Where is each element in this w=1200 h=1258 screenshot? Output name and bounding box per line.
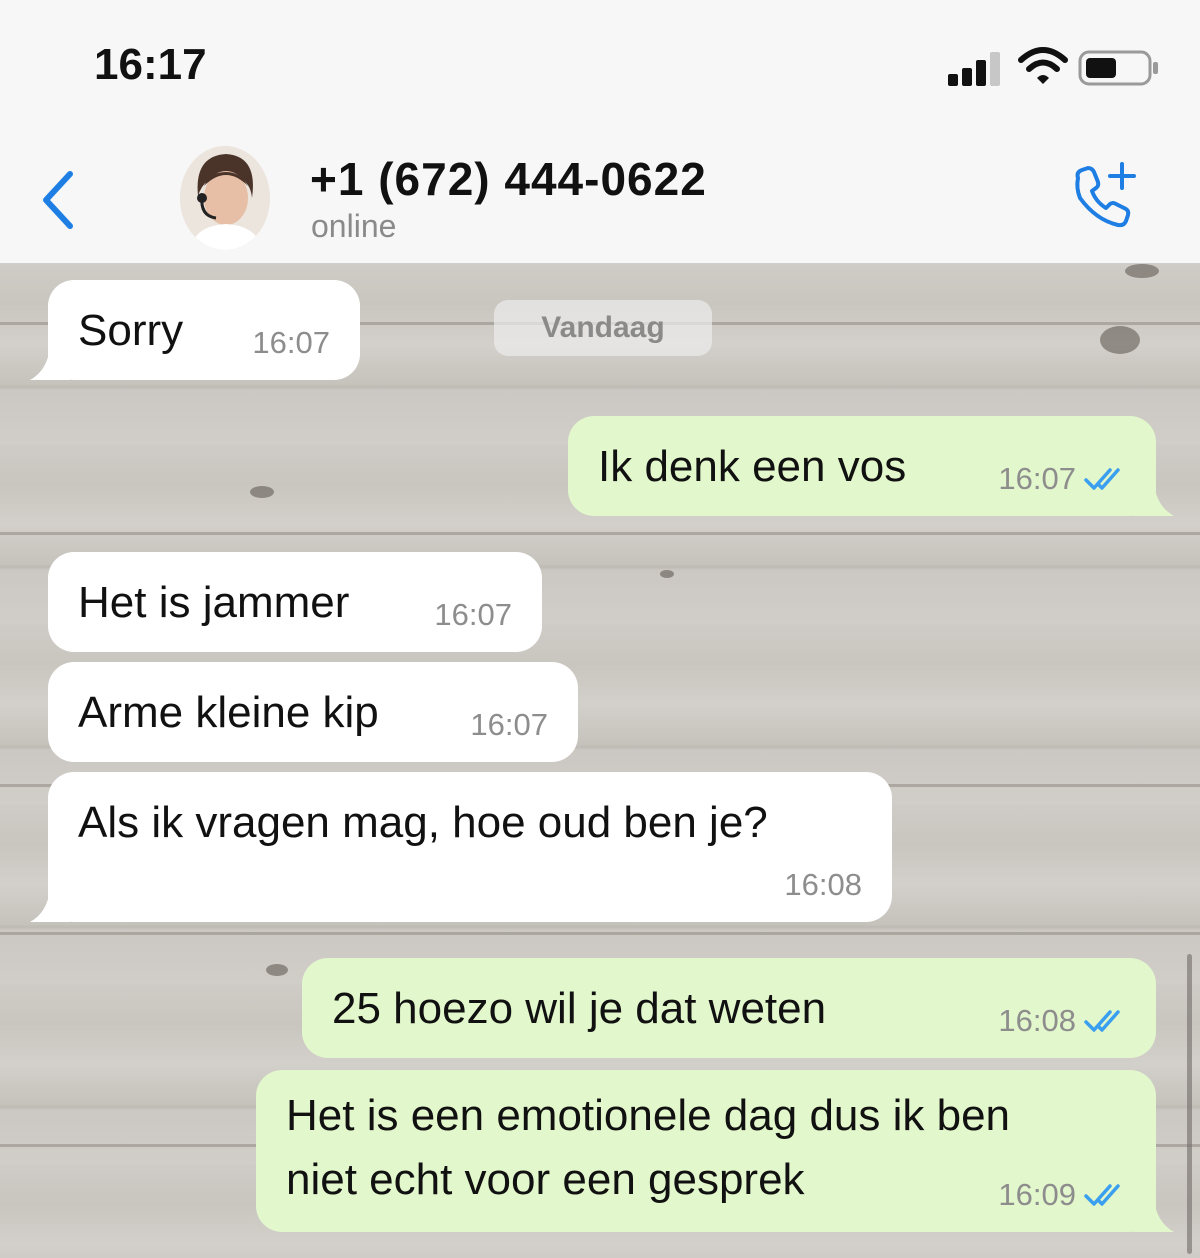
contact-status: online: [311, 208, 397, 244]
plank-seam: [0, 532, 1200, 535]
message-text: Het is jammer: [78, 578, 350, 627]
message-text-line: niet echt voor een gesprek: [286, 1154, 805, 1204]
message-outgoing[interactable]: Ik denk een vos 16:07: [568, 416, 1174, 516]
status-time: 16:17: [94, 40, 207, 89]
avatar[interactable]: [180, 146, 270, 250]
scrollbar[interactable]: [1187, 954, 1192, 1254]
chevron-left-icon[interactable]: [36, 168, 80, 232]
message-time: 16:07: [434, 596, 512, 632]
date-separator: Vandaag: [494, 300, 712, 356]
wood-knot: [266, 964, 288, 976]
wood-knot: [1100, 326, 1140, 354]
plank-seam: [0, 932, 1200, 935]
avatar-photo: [180, 146, 270, 250]
bubble-tail: [1134, 482, 1174, 516]
read-receipt-icon: [1084, 1010, 1120, 1032]
message-outgoing[interactable]: 25 hoezo wil je dat weten 16:08: [302, 958, 1156, 1058]
add-call-icon[interactable]: [1066, 160, 1142, 236]
message-outgoing[interactable]: Het is een emotionele dag dus ik ben nie…: [256, 1070, 1174, 1232]
bubble-tail: [30, 888, 70, 922]
wood-knot: [1125, 264, 1159, 278]
message-incoming[interactable]: Arme kleine kip 16:07: [48, 662, 578, 762]
message-text: Het is een emotionele dag dus ik ben nie…: [286, 1084, 1010, 1212]
status-bar: 16:17: [0, 0, 1200, 130]
message-time: 16:09: [998, 1176, 1076, 1212]
message-text: Ik denk een vos: [598, 442, 907, 491]
read-receipt-icon: [1084, 468, 1120, 490]
bubble-tail: [30, 346, 70, 380]
message-time: 16:07: [470, 706, 548, 742]
message-time: 16:07: [998, 460, 1076, 496]
message-incoming[interactable]: Als ik vragen mag, hoe oud ben je? 16:08: [30, 772, 892, 922]
message-text: Als ik vragen mag, hoe oud ben je?: [78, 798, 768, 847]
message-time: 16:08: [784, 866, 862, 902]
read-receipt-icon: [1084, 1184, 1120, 1206]
message-incoming[interactable]: Sorry 16:07: [30, 280, 360, 380]
contact-name[interactable]: +1 (672) 444-0622: [310, 152, 707, 206]
chat-header: +1 (672) 444-0622 online: [0, 130, 1200, 264]
message-text: 25 hoezo wil je dat weten: [332, 984, 827, 1033]
message-text: Arme kleine kip: [78, 688, 379, 737]
chat-area[interactable]: Vandaag Sorry 16:07 Ik denk een vos 16:0…: [0, 264, 1200, 1258]
message-time: 16:08: [998, 1002, 1076, 1038]
wood-knot: [250, 486, 274, 498]
message-text: Sorry: [78, 306, 184, 355]
battery-icon: [1078, 50, 1158, 86]
bubble-tail: [1134, 1198, 1174, 1232]
message-text-line: Het is een emotionele dag dus ik ben: [286, 1091, 1011, 1140]
wifi-icon: [1018, 47, 1068, 84]
message-incoming[interactable]: Het is jammer 16:07: [48, 552, 542, 652]
wood-knot: [660, 570, 674, 578]
message-time: 16:07: [252, 324, 330, 360]
signal-icon: [948, 52, 1000, 86]
